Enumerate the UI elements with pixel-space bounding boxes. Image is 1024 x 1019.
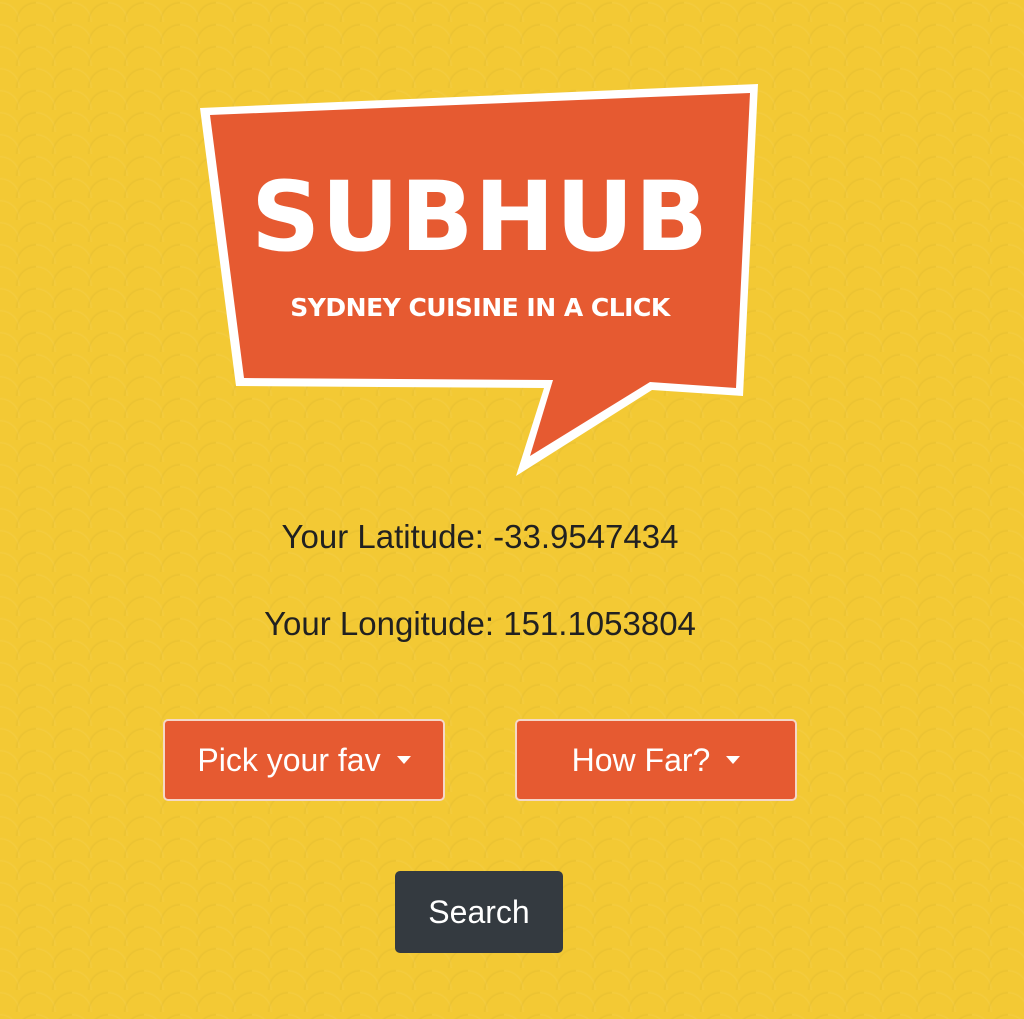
pick-favourite-label: Pick your fav <box>197 741 381 778</box>
how-far-label: How Far? <box>571 741 711 778</box>
speech-bubble-logo-shape <box>200 84 758 476</box>
subhub-logo: SUBHUB SYDNEY CUISINE IN A CLICK <box>200 84 760 476</box>
logo-tagline: SYDNEY CUISINE IN A CLICK <box>290 293 670 322</box>
how-far-dropdown[interactable]: How Far? <box>515 719 797 801</box>
latitude-text: Your Latitude: -33.9547434 <box>281 518 679 555</box>
search-button-label: Search <box>428 893 530 930</box>
logo-title: SUBHUB <box>251 161 709 273</box>
longitude-text: Your Longitude: 151.1053804 <box>264 605 696 642</box>
caret-down-icon <box>396 756 411 764</box>
caret-down-icon <box>726 756 741 764</box>
pick-favourite-dropdown[interactable]: Pick your fav <box>163 719 445 801</box>
search-button[interactable]: Search <box>395 871 563 953</box>
